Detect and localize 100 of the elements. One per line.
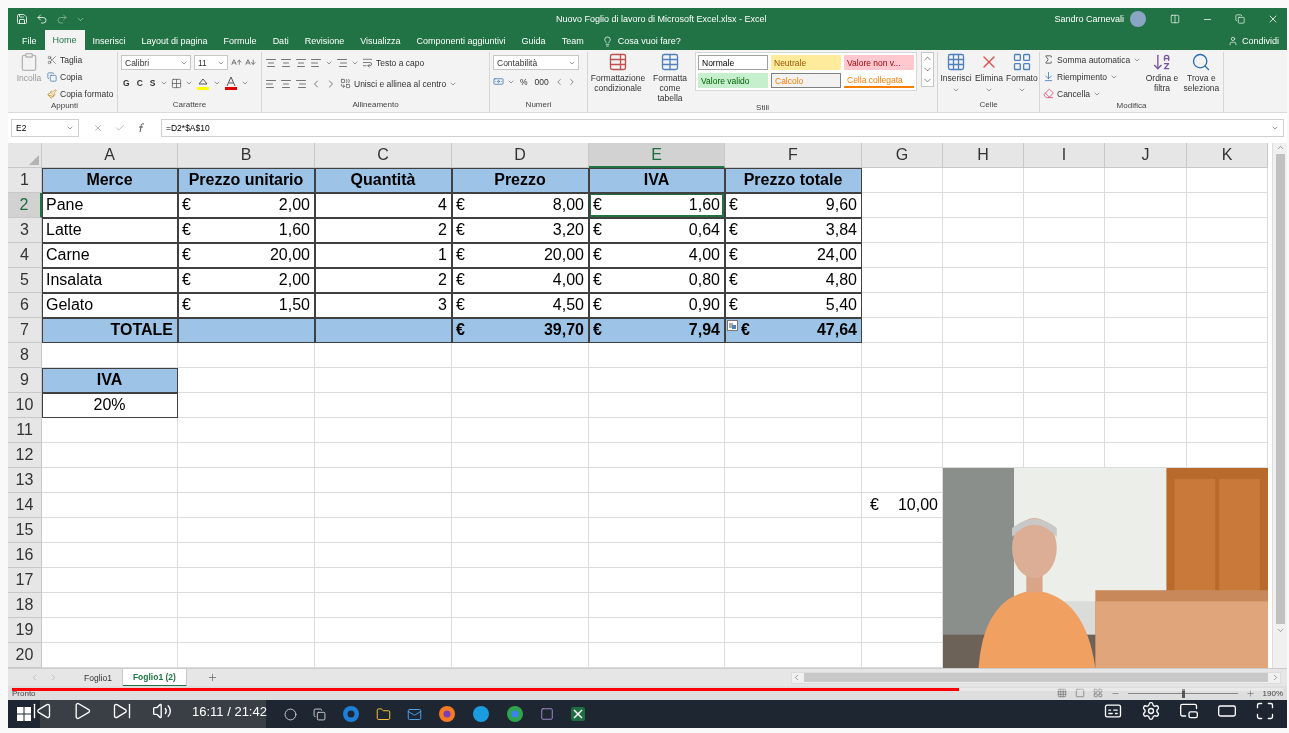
table-cell[interactable]: Gelato bbox=[42, 293, 178, 318]
ribbon-display-icon[interactable] bbox=[1170, 14, 1180, 24]
menu-tab[interactable]: Dati bbox=[264, 32, 297, 50]
table-cell[interactable]: € 7,94 bbox=[589, 318, 725, 343]
table-cell[interactable]: IVA bbox=[589, 168, 725, 193]
table-cell[interactable]: € 2,00 bbox=[178, 268, 315, 293]
circle-icon[interactable] bbox=[284, 707, 297, 721]
table-cell[interactable]: Prezzo totale bbox=[725, 168, 862, 193]
ribbon-button[interactable]: Somma automatica bbox=[1043, 52, 1142, 67]
windows-start-icon[interactable] bbox=[17, 707, 31, 721]
miniplayer-icon[interactable] bbox=[1179, 701, 1199, 721]
column-header[interactable]: H bbox=[943, 143, 1024, 168]
add-sheet-icon[interactable] bbox=[206, 672, 218, 683]
firefox-icon[interactable] bbox=[438, 705, 456, 723]
column-header[interactable]: I bbox=[1024, 143, 1105, 168]
ribbon-button[interactable]: Copia bbox=[47, 69, 114, 84]
row-header[interactable]: 16 bbox=[8, 543, 42, 568]
cells-button[interactable]: Elimina bbox=[975, 52, 1003, 94]
close-icon[interactable] bbox=[1267, 13, 1279, 25]
wrap-text-button[interactable]: Testo a capo bbox=[362, 55, 425, 70]
ribbon-button[interactable]: Copia formato bbox=[47, 86, 114, 101]
table-cell[interactable]: € 3,20 bbox=[452, 218, 589, 243]
table-cell[interactable]: 4 bbox=[315, 193, 452, 218]
table-cell[interactable]: Prezzo bbox=[452, 168, 589, 193]
table-cell[interactable]: € 2,00 bbox=[178, 193, 315, 218]
select-all-icon[interactable] bbox=[29, 155, 39, 165]
row-header[interactable]: 3 bbox=[8, 218, 42, 243]
fullscreen-icon[interactable] bbox=[1255, 701, 1275, 721]
next-sheet-icon[interactable] bbox=[49, 673, 58, 682]
scroll-right-icon[interactable] bbox=[1271, 673, 1280, 682]
table-cell[interactable]: 2 bbox=[315, 218, 452, 243]
table-cell[interactable]: TOTALE bbox=[42, 318, 178, 343]
row-header[interactable]: 1 bbox=[8, 168, 42, 193]
menu-tab[interactable]: Formule bbox=[215, 32, 265, 50]
table-cell[interactable]: Carne bbox=[42, 243, 178, 268]
ribbon-button[interactable]: Riempimento bbox=[1043, 69, 1142, 84]
borders-icon[interactable] bbox=[171, 77, 183, 89]
column-header[interactable]: E bbox=[589, 143, 725, 168]
table-cell[interactable]: 20% bbox=[42, 393, 178, 418]
row-header[interactable]: 17 bbox=[8, 568, 42, 593]
cell-style[interactable]: Normale bbox=[698, 55, 768, 70]
ribbon-button[interactable]: Taglia bbox=[47, 52, 114, 67]
row-header[interactable]: 12 bbox=[8, 443, 42, 468]
font-field[interactable]: Calibri bbox=[121, 55, 191, 70]
grow-font-icon[interactable] bbox=[231, 57, 242, 68]
menu-tab[interactable]: Revisione bbox=[296, 32, 353, 50]
table-cell[interactable]: € 47,64 bbox=[725, 318, 862, 343]
align-bottom-icon[interactable] bbox=[295, 56, 307, 69]
table-cell[interactable]: Latte bbox=[42, 218, 178, 243]
skype-icon[interactable] bbox=[472, 705, 490, 723]
next-icon[interactable] bbox=[112, 701, 132, 721]
menu-tab[interactable]: Visualizza bbox=[352, 32, 409, 50]
menu-tab[interactable]: File bbox=[14, 32, 45, 50]
browser-icon[interactable] bbox=[342, 705, 360, 723]
column-header[interactable]: F bbox=[725, 143, 862, 168]
table-cell[interactable] bbox=[315, 318, 452, 343]
column-header[interactable]: B bbox=[178, 143, 315, 168]
table-cell[interactable]: € 4,50 bbox=[452, 293, 589, 318]
cell-style[interactable]: Valore valido bbox=[698, 73, 768, 88]
app-icon[interactable] bbox=[540, 707, 554, 721]
paste-options-icon[interactable] bbox=[727, 320, 738, 331]
task-view-icon[interactable] bbox=[313, 707, 326, 721]
align-right-icon[interactable] bbox=[295, 77, 307, 90]
settings-icon[interactable] bbox=[1141, 701, 1161, 721]
find-select-button[interactable]: Trova e seleziona bbox=[1182, 52, 1220, 94]
scroll-left-icon[interactable] bbox=[792, 673, 801, 682]
row-header[interactable]: 5 bbox=[8, 268, 42, 293]
progress-bar[interactable] bbox=[12, 688, 1283, 691]
taskbar-search[interactable] bbox=[40, 700, 266, 728]
name-box[interactable]: E2 bbox=[11, 119, 79, 137]
merge-center-button[interactable]: Unisci e allinea al centro bbox=[340, 76, 458, 91]
table-cell[interactable]: € 4,80 bbox=[725, 268, 862, 293]
table-cell[interactable]: IVA bbox=[42, 368, 178, 393]
table-cell[interactable]: € 0,80 bbox=[589, 268, 725, 293]
cancel-icon[interactable] bbox=[93, 123, 103, 133]
undo-icon[interactable] bbox=[36, 13, 48, 25]
table-cell[interactable]: Quantità bbox=[315, 168, 452, 193]
ribbon-button[interactable]: Cancella bbox=[1043, 86, 1142, 101]
row-header[interactable]: 20 bbox=[8, 643, 42, 668]
page-layout-icon[interactable] bbox=[1074, 688, 1085, 698]
menu-tab[interactable]: Layout di pagina bbox=[133, 32, 216, 50]
format-button[interactable]: G bbox=[121, 78, 132, 88]
previous-sheet-icon[interactable] bbox=[30, 673, 39, 682]
table-cell[interactable]: € 1,50 bbox=[178, 293, 315, 318]
table-cell[interactable]: € 20,00 bbox=[452, 243, 589, 268]
row-header[interactable]: 4 bbox=[8, 243, 42, 268]
cell-style[interactable]: Valore non v... bbox=[844, 55, 914, 70]
excel-icon[interactable] bbox=[570, 706, 586, 722]
font-color-icon[interactable] bbox=[224, 76, 239, 90]
column-header[interactable]: K bbox=[1187, 143, 1268, 168]
table-cell[interactable]: Merce bbox=[42, 168, 178, 193]
tell-me-field[interactable]: Cosa vuoi fare? bbox=[617, 36, 681, 46]
redo-icon[interactable] bbox=[56, 13, 68, 25]
sort-filter-button[interactable]: Ordina e filtra bbox=[1145, 52, 1179, 94]
shrink-font-icon[interactable] bbox=[245, 57, 256, 68]
table-cell[interactable]: Insalata bbox=[42, 268, 178, 293]
normal-view-icon[interactable] bbox=[1056, 688, 1067, 698]
format-table-button[interactable]: Formatta come tabella bbox=[649, 52, 691, 104]
row-header[interactable]: 11 bbox=[8, 418, 42, 443]
column-header[interactable]: A bbox=[42, 143, 178, 168]
